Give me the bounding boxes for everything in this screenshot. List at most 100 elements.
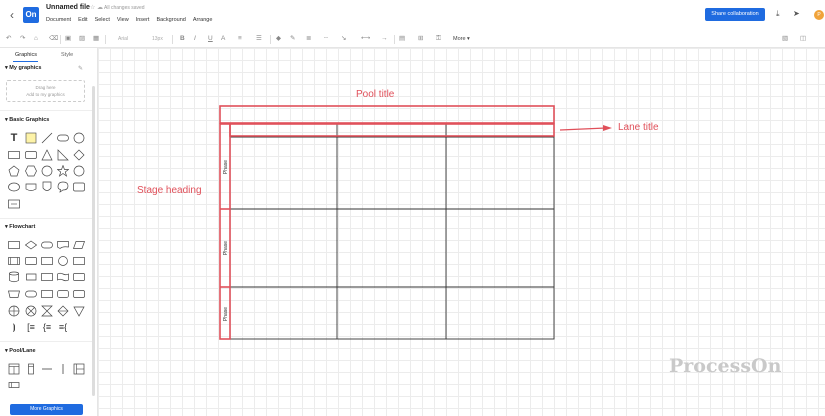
- menu-edit[interactable]: Edit: [78, 17, 87, 23]
- underline-icon[interactable]: U: [208, 34, 213, 44]
- off-page-shape-icon[interactable]: [73, 288, 85, 300]
- horizontal-separator-shape-icon[interactable]: [41, 363, 53, 375]
- avatar[interactable]: P: [814, 10, 824, 20]
- table-icon[interactable]: ▦: [93, 34, 99, 44]
- shield-shape-icon[interactable]: [41, 181, 53, 193]
- connector-icon[interactable]: ↘: [341, 34, 346, 44]
- decision-shape-icon[interactable]: [25, 239, 37, 251]
- vertical-separator-shape-icon[interactable]: [57, 363, 69, 375]
- star-shape-icon[interactable]: [57, 165, 69, 177]
- line-width-icon[interactable]: ≣: [306, 34, 311, 44]
- predefined-process-shape-icon[interactable]: [8, 255, 20, 267]
- octagon-shape-icon[interactable]: [41, 165, 53, 177]
- font-size-select[interactable]: 13px: [152, 35, 168, 44]
- text-align-icon[interactable]: ≡: [238, 34, 242, 44]
- terminator-shape-icon[interactable]: [41, 239, 53, 251]
- card-shape-icon[interactable]: [73, 255, 85, 267]
- collate-shape-icon[interactable]: [41, 305, 53, 317]
- connector-shape-icon[interactable]: [57, 255, 69, 267]
- redo-icon[interactable]: ↷: [20, 34, 25, 44]
- circle-outline-shape-icon[interactable]: [73, 165, 85, 177]
- phase-label-2[interactable]: Phase: [223, 241, 229, 255]
- format-painter-icon[interactable]: ⌂: [34, 34, 38, 44]
- vertical-pool-shape-icon[interactable]: [8, 363, 20, 375]
- pool-body-border[interactable]: [229, 123, 555, 340]
- align-icon[interactable]: ⊞: [418, 34, 423, 44]
- tab-style[interactable]: Style: [61, 52, 73, 58]
- line-style-icon[interactable]: ┄: [324, 34, 328, 44]
- my-graphics-section[interactable]: ▾ My graphics: [5, 65, 41, 71]
- diamond-shape-icon[interactable]: [73, 149, 85, 161]
- text-shape-icon[interactable]: T: [8, 132, 20, 144]
- horizontal-lane-shape-icon[interactable]: [8, 379, 20, 391]
- manual-operation-shape-icon[interactable]: [41, 255, 53, 267]
- stage-heading-highlight[interactable]: [219, 123, 231, 340]
- callout-shape-icon[interactable]: [57, 181, 69, 193]
- merge-shape-icon[interactable]: [73, 305, 85, 317]
- multi-document-shape-icon[interactable]: [25, 271, 37, 283]
- circle-shape-icon[interactable]: [73, 132, 85, 144]
- lock-icon[interactable]: ⚿: [436, 34, 441, 44]
- horizontal-pool-shape-icon[interactable]: [73, 363, 85, 375]
- menu-document[interactable]: Document: [46, 17, 71, 23]
- pool-title-highlight[interactable]: [219, 105, 555, 124]
- rounded-square-shape-icon[interactable]: [25, 149, 37, 161]
- tab-graphics[interactable]: Graphics: [15, 52, 37, 58]
- pool-lane-section[interactable]: ▾ Pool/Lane: [5, 348, 36, 354]
- arrange-icon[interactable]: ▤: [399, 34, 405, 44]
- hexagon-shape-icon[interactable]: [25, 165, 37, 177]
- menu-arrange[interactable]: Arrange: [193, 17, 213, 23]
- send-icon[interactable]: ➤: [793, 9, 800, 19]
- more-graphics-button[interactable]: More Graphics: [10, 404, 83, 415]
- phase-label-3[interactable]: Phase: [223, 307, 229, 321]
- curly-brace-shape-icon[interactable]: ≡{: [57, 321, 69, 333]
- pentagon-shape-icon[interactable]: [8, 165, 20, 177]
- more-button[interactable]: More ▾: [453, 34, 470, 44]
- menu-background[interactable]: Background: [156, 17, 185, 23]
- rectangle-shape-icon[interactable]: [8, 149, 20, 161]
- image-gallery-icon[interactable]: ▧: [782, 34, 788, 44]
- rounded-rect-shape-icon[interactable]: [57, 132, 69, 144]
- image-icon[interactable]: ▨: [79, 34, 85, 44]
- fill-color-icon[interactable]: ◆: [276, 34, 281, 44]
- back-icon[interactable]: ‹: [6, 8, 18, 22]
- process-shape-icon[interactable]: [8, 239, 20, 251]
- share-collaboration-button[interactable]: Share collaboration: [705, 8, 765, 21]
- star-icon[interactable]: ☆: [90, 4, 95, 11]
- loop-limit-shape-icon[interactable]: [41, 288, 53, 300]
- app-logo[interactable]: On: [23, 7, 39, 23]
- delay-shape-icon[interactable]: [57, 288, 69, 300]
- flowchart-section[interactable]: ▾ Flowchart: [5, 224, 35, 230]
- vertical-lane-shape-icon[interactable]: [25, 363, 37, 375]
- menu-select[interactable]: Select: [95, 17, 110, 23]
- note-shape-icon[interactable]: [25, 132, 37, 144]
- document-shape-icon[interactable]: [57, 239, 69, 251]
- sidebar-scrollbar[interactable]: [92, 86, 95, 396]
- summing-junction-shape-icon[interactable]: [8, 305, 20, 317]
- stored-data-shape-icon[interactable]: [41, 271, 53, 283]
- undo-icon[interactable]: ↶: [6, 34, 11, 44]
- tape-shape-icon[interactable]: [57, 271, 69, 283]
- or-junction-shape-icon[interactable]: [25, 305, 37, 317]
- annotation-shape-icon[interactable]: ⦘: [8, 321, 20, 333]
- ellipse-shape-icon[interactable]: [8, 181, 20, 193]
- font-color-icon[interactable]: A: [221, 34, 225, 44]
- database-shape-icon[interactable]: [8, 271, 20, 283]
- panel-toggle-icon[interactable]: ◫: [800, 34, 806, 44]
- arrow-end-icon[interactable]: →: [381, 34, 388, 44]
- menu-insert[interactable]: Insert: [136, 17, 150, 23]
- sort-shape-icon[interactable]: [57, 305, 69, 317]
- font-family-select[interactable]: Arial: [118, 35, 148, 44]
- line-color-icon[interactable]: ✎: [290, 34, 295, 44]
- file-title[interactable]: Unnamed file: [46, 4, 90, 11]
- frame-icon[interactable]: ▣: [65, 34, 71, 44]
- edit-icon[interactable]: ✎: [78, 65, 83, 72]
- line-spacing-icon[interactable]: ☰: [256, 34, 262, 44]
- internal-storage-shape-icon[interactable]: [25, 255, 37, 267]
- right-triangle-shape-icon[interactable]: [57, 149, 69, 161]
- triangle-shape-icon[interactable]: [41, 149, 53, 161]
- bold-icon[interactable]: B: [180, 34, 185, 44]
- brace-shape-icon[interactable]: {≡: [41, 321, 53, 333]
- clear-format-icon[interactable]: ⌫: [49, 34, 58, 44]
- lane-title-highlight[interactable]: [229, 123, 555, 137]
